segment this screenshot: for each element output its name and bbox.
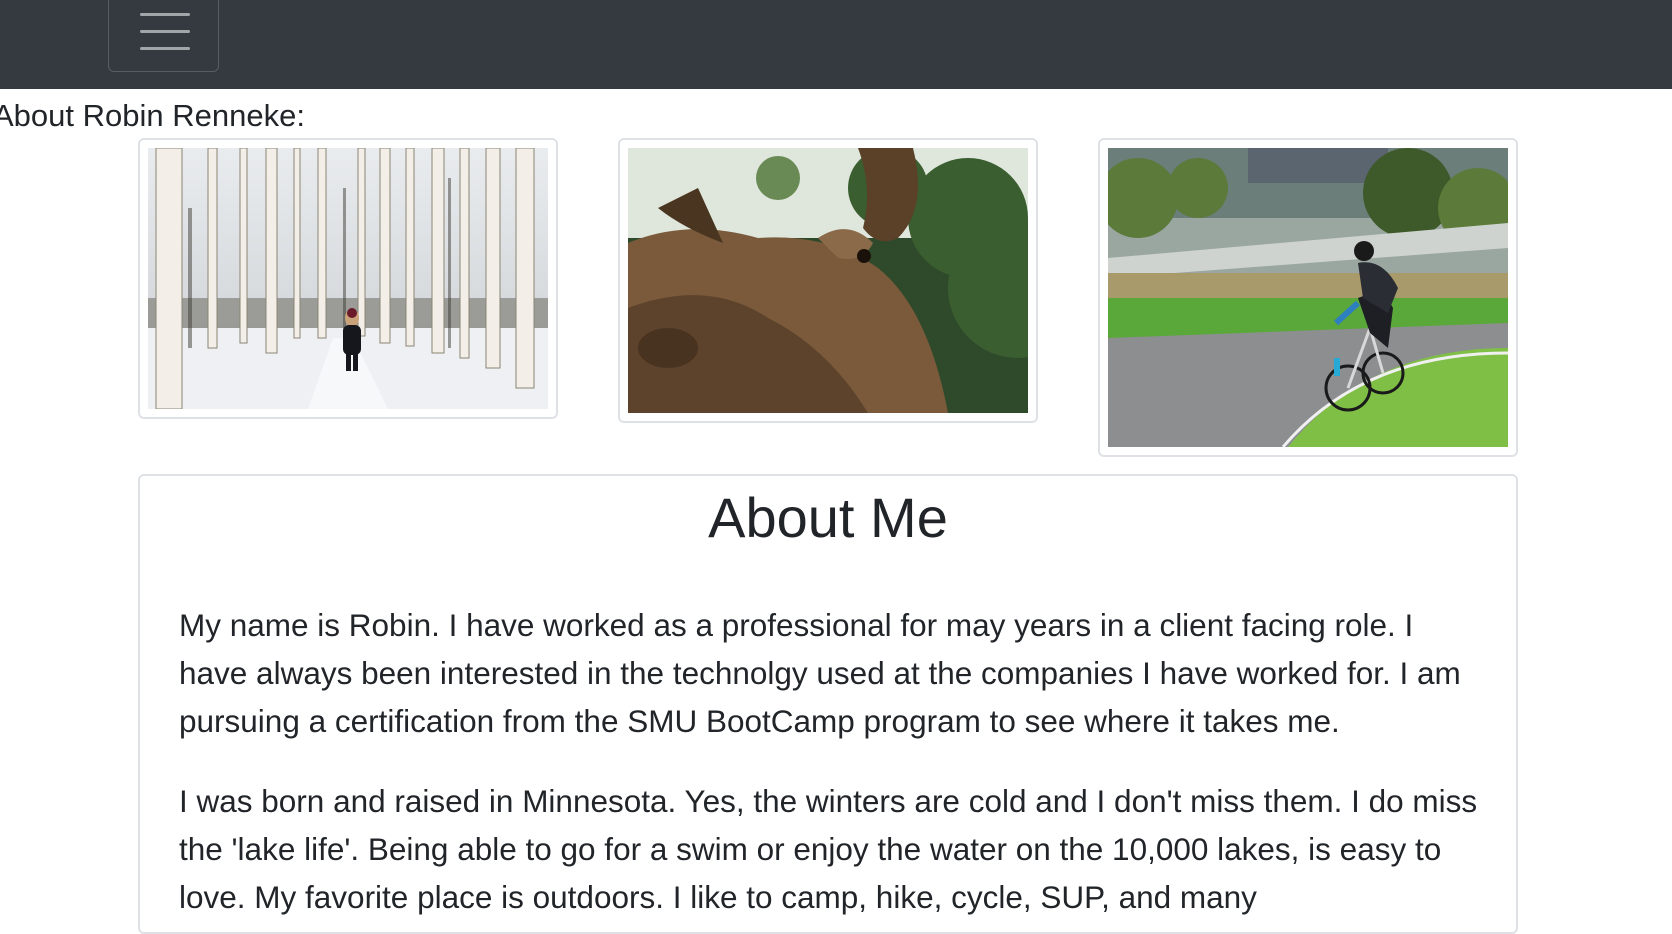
cyclist-photo	[1108, 148, 1508, 447]
about-me-card: About Me My name is Robin. I have worked…	[138, 474, 1518, 934]
navbar-toggle-button[interactable]	[108, 0, 219, 72]
moose-photo	[628, 148, 1028, 413]
winter-forest-photo	[148, 148, 548, 409]
about-me-heading: About Me	[708, 486, 948, 549]
about-paragraph-2: I was born and raised in Minnesota. Yes,…	[179, 783, 1478, 915]
navbar	[0, 0, 1672, 89]
photo-card-cyclist	[1098, 138, 1518, 457]
photo-card-winter-forest	[138, 138, 558, 419]
photo-card-moose	[618, 138, 1038, 423]
intro-heading: About Robin Renneke:	[0, 98, 305, 133]
about-paragraph-1: My name is Robin. I have worked as a pro…	[179, 607, 1461, 739]
